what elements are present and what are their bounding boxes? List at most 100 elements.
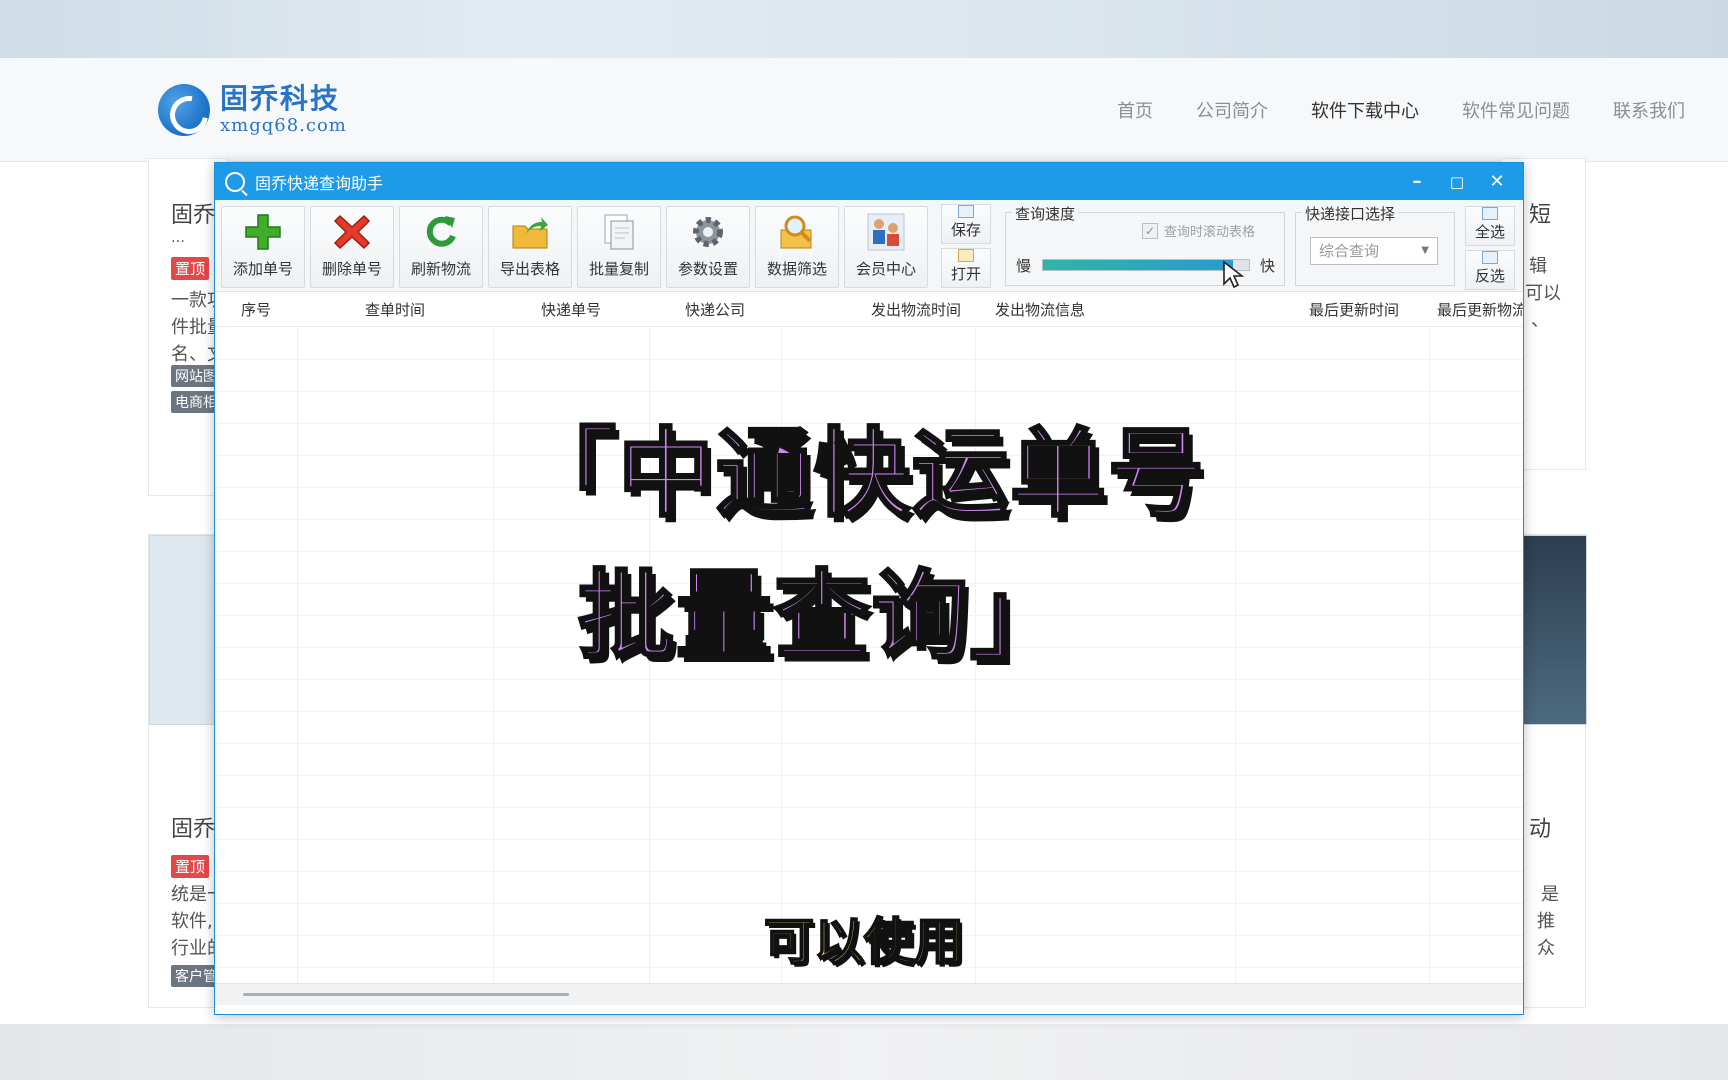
logo-url: xmgq68.com <box>220 115 347 136</box>
add-tracking-button[interactable]: 添加单号 <box>221 206 305 288</box>
nav-contact[interactable]: 联系我们 <box>1613 97 1685 123</box>
add-tracking-label: 添加单号 <box>232 260 293 278</box>
open-button[interactable]: 打开 <box>941 248 991 288</box>
card-desc-line: 、 <box>1531 310 1549 331</box>
add-icon <box>241 212 285 252</box>
export-table-button[interactable]: 导出表格 <box>488 206 572 288</box>
logo-mark-icon <box>158 84 210 136</box>
member-center-label: 会员中心 <box>855 260 916 278</box>
query-speed-title: 查询速度 <box>1012 203 1079 224</box>
invert-selection-icon <box>1482 251 1498 264</box>
chevron-down-icon: ▼ <box>1421 245 1429 256</box>
open-label: 打开 <box>950 265 981 283</box>
site-header: 固乔科技 xmgq68.com 首页 公司简介 软件下载中心 软件常见问题 联系… <box>0 58 1728 162</box>
fast-label: 快 <box>1260 257 1276 275</box>
member-icon <box>864 212 908 252</box>
settings-label: 参数设置 <box>677 260 738 278</box>
folder-icon <box>958 249 974 262</box>
scroll-table-label: 查询时滚动表格 <box>1164 225 1256 240</box>
scrollbar-thumb[interactable] <box>243 993 569 996</box>
interface-selected-value: 综合查询 <box>1319 242 1380 260</box>
delete-tracking-button[interactable]: 删除单号 <box>310 206 394 288</box>
interface-dropdown[interactable]: 综合查询 ▼ <box>1310 237 1438 265</box>
table-header: 序号 查单时间 快递单号 快递公司 发出物流时间 发出物流信息 最后更新时间 最… <box>215 293 1523 327</box>
bottom-blur-bar <box>0 1024 1728 1080</box>
save-label: 保存 <box>950 221 981 239</box>
column-header-tracking-number[interactable]: 快递单号 <box>493 293 649 327</box>
slow-label: 慢 <box>1016 257 1032 275</box>
top-blur-bar <box>0 0 1728 58</box>
toolbar: 添加单号 删除单号 刷新物流 导出表格 批量复制 参数设置 数据筛选 会员中心 … <box>215 200 1523 292</box>
table-row-divider <box>215 359 1523 360</box>
window-titlebar[interactable]: 固乔快递查询助手 – □ ✕ <box>215 163 1523 200</box>
speed-slider-fill <box>1043 260 1233 270</box>
card-ellipsis: … <box>171 230 185 246</box>
site-logo[interactable]: 固乔科技 xmgq68.com <box>158 84 347 136</box>
pinned-badge: 置顶 <box>171 257 210 280</box>
filter-icon <box>775 212 819 252</box>
minimize-button[interactable]: – <box>1397 163 1437 200</box>
invert-selection-button[interactable]: 反选 <box>1465 250 1515 290</box>
column-header-last-update-time[interactable]: 最后更新时间 <box>1235 293 1429 327</box>
table-row-divider <box>215 743 1523 744</box>
save-icon <box>958 205 974 218</box>
window-title: 固乔快递查询助手 <box>255 173 384 193</box>
subtitle-caption: 可以使用 <box>763 912 965 972</box>
data-filter-label: 数据筛选 <box>766 260 827 278</box>
column-header-query-time[interactable]: 查单时间 <box>297 293 493 327</box>
maximize-button[interactable]: □ <box>1437 163 1477 200</box>
refresh-logistics-label: 刷新物流 <box>410 260 471 278</box>
horizontal-scrollbar[interactable] <box>215 983 1523 1005</box>
batch-copy-label: 批量复制 <box>588 260 649 278</box>
scroll-table-checkbox[interactable]: ✓ 查询时滚动表格 <box>1142 221 1255 240</box>
pinned-badge: 置顶 <box>171 855 210 878</box>
card-title: 动 <box>1529 817 1552 842</box>
table-row-divider <box>215 807 1523 808</box>
gear-icon <box>686 212 730 252</box>
mouse-pointer-icon <box>1223 260 1244 289</box>
column-header-courier[interactable]: 快递公司 <box>649 293 781 327</box>
interface-select-title: 快递接口选择 <box>1302 203 1399 224</box>
site-nav: 首页 公司简介 软件下载中心 软件常见问题 联系我们 <box>1117 58 1728 162</box>
nav-about[interactable]: 公司简介 <box>1196 97 1268 123</box>
nav-faq[interactable]: 软件常见问题 <box>1462 97 1570 123</box>
table-row-divider <box>215 775 1523 776</box>
card-title: 短 <box>1529 203 1552 228</box>
copy-icon <box>597 212 641 252</box>
member-center-button[interactable]: 会员中心 <box>844 206 928 288</box>
speed-slider[interactable] <box>1042 259 1250 271</box>
close-button[interactable]: ✕ <box>1477 163 1517 200</box>
save-button[interactable]: 保存 <box>941 204 991 244</box>
table-row-divider <box>215 711 1523 712</box>
checkbox-check-icon: ✓ <box>1142 222 1158 239</box>
column-header-ship-info[interactable]: 发出物流信息 <box>975 293 1235 327</box>
table-row-divider <box>215 871 1523 872</box>
refresh-icon <box>419 212 463 252</box>
magnifier-icon <box>225 171 245 192</box>
export-table-label: 导出表格 <box>499 260 560 278</box>
column-header-index[interactable]: 序号 <box>215 293 297 327</box>
table-row-divider <box>215 839 1523 840</box>
settings-button[interactable]: 参数设置 <box>666 206 750 288</box>
table-row-divider <box>215 679 1523 680</box>
delete-icon <box>330 212 374 252</box>
overlay-title-line2: 批量查询」 <box>577 559 1068 674</box>
card-desc-line: 辑 <box>1529 256 1547 277</box>
select-all-label: 全选 <box>1474 223 1505 241</box>
column-header-ship-time[interactable]: 发出物流时间 <box>781 293 975 327</box>
interface-select-group: 快递接口选择 综合查询 ▼ <box>1295 203 1455 286</box>
export-icon <box>508 212 552 252</box>
card-desc-line: 可以 <box>1525 283 1561 304</box>
select-all-icon <box>1482 207 1498 220</box>
delete-tracking-label: 删除单号 <box>321 260 382 278</box>
select-all-button[interactable]: 全选 <box>1465 206 1515 246</box>
column-header-last-update-info[interactable]: 最后更新物流 <box>1429 293 1523 327</box>
refresh-logistics-button[interactable]: 刷新物流 <box>399 206 483 288</box>
card-title: 固乔 <box>171 817 216 842</box>
overlay-title-line1: 「中通快运单号 <box>519 417 1206 532</box>
nav-home[interactable]: 首页 <box>1117 97 1153 123</box>
nav-download-center[interactable]: 软件下载中心 <box>1311 97 1419 123</box>
invert-selection-label: 反选 <box>1474 267 1505 285</box>
data-filter-button[interactable]: 数据筛选 <box>755 206 839 288</box>
batch-copy-button[interactable]: 批量复制 <box>577 206 661 288</box>
